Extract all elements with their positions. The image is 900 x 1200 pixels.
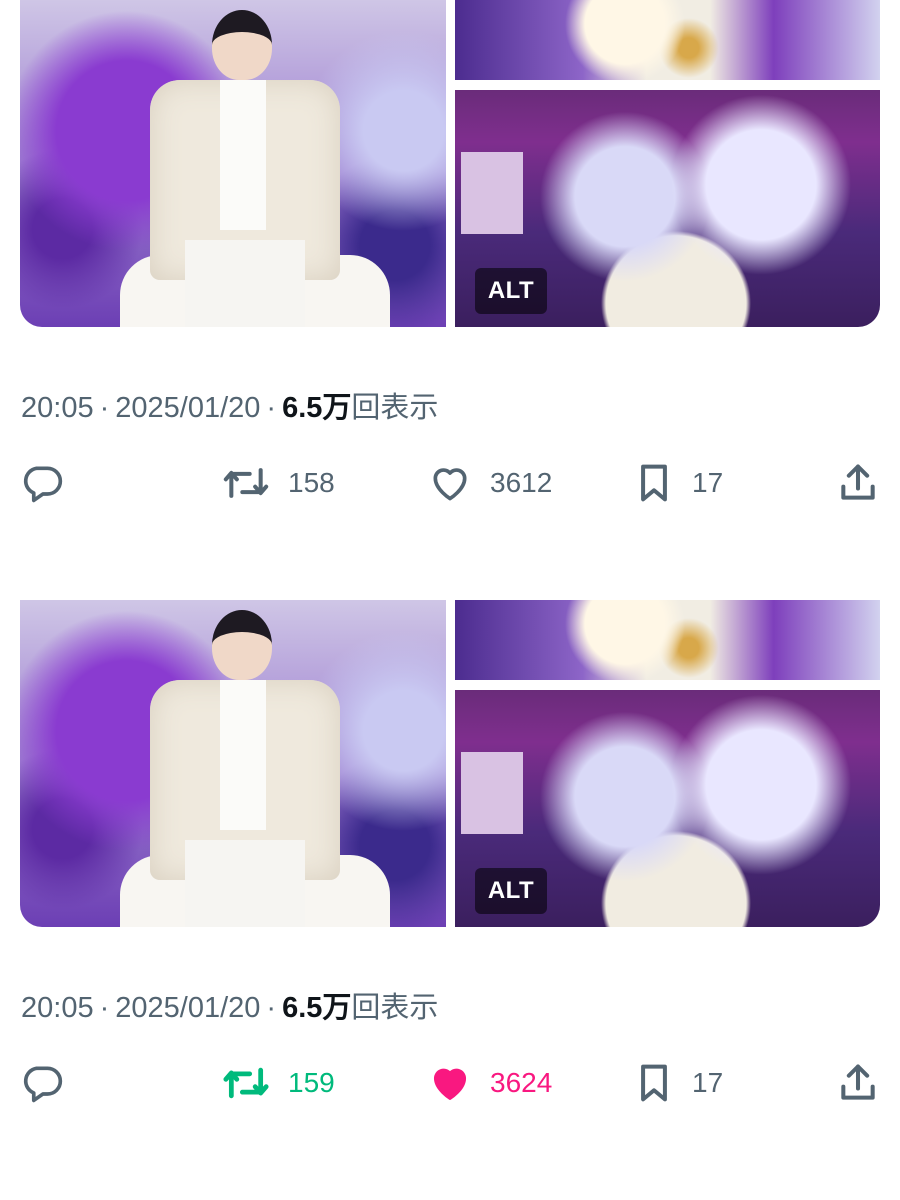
- photo-main[interactable]: [20, 600, 446, 927]
- like-count: 3624: [490, 1067, 553, 1098]
- retweet-icon: [222, 461, 270, 505]
- like-icon: [428, 1061, 472, 1105]
- views-count: 6.5万: [282, 392, 352, 424]
- share-button[interactable]: [836, 1055, 880, 1111]
- tweet-time[interactable]: 20:05: [21, 392, 94, 424]
- alt-badge[interactable]: ALT: [475, 268, 547, 314]
- views-count: 6.5万: [282, 992, 352, 1024]
- like-button[interactable]: 3624: [428, 1055, 552, 1111]
- retweet-count: 159: [288, 1067, 335, 1098]
- bookmark-icon: [634, 461, 674, 505]
- tweet-media: ALT: [20, 600, 880, 927]
- retweet-icon: [222, 1061, 270, 1105]
- tweet-date[interactable]: 2025/01/20: [115, 392, 260, 424]
- photo-bottom-right[interactable]: ALT: [455, 90, 880, 327]
- tweet: ALT 20:05 · 2025/01/20 · 6.5万回表示 159 3624: [0, 600, 900, 1160]
- photo-top-right[interactable]: [455, 0, 880, 80]
- bookmark-count: 17: [692, 467, 724, 498]
- photo-signboard: [461, 752, 523, 834]
- reply-icon: [20, 461, 64, 505]
- like-count: 3612: [490, 467, 553, 498]
- share-icon: [836, 1061, 880, 1105]
- retweet-button[interactable]: 159: [222, 1055, 335, 1111]
- alt-badge[interactable]: ALT: [475, 868, 547, 914]
- bookmark-button[interactable]: 17: [634, 455, 723, 511]
- photo-main[interactable]: [20, 0, 446, 327]
- views-label: 回表示: [351, 992, 439, 1024]
- bookmark-icon: [634, 1061, 674, 1105]
- retweet-button[interactable]: 158: [222, 455, 335, 511]
- action-bar: 159 3624 17: [0, 1055, 900, 1111]
- reply-button[interactable]: [20, 455, 64, 511]
- reply-button[interactable]: [20, 1055, 64, 1111]
- tweet-meta: 20:05 · 2025/01/20 · 6.5万回表示: [21, 992, 439, 1024]
- tweet-media: ALT: [20, 0, 880, 327]
- tweet-meta: 20:05 · 2025/01/20 · 6.5万回表示: [21, 392, 439, 424]
- views-label: 回表示: [351, 392, 439, 424]
- photo-bottom-right[interactable]: ALT: [455, 690, 880, 927]
- photo-person: [140, 10, 350, 327]
- bookmark-button[interactable]: 17: [634, 1055, 723, 1111]
- like-button[interactable]: 3612: [428, 455, 552, 511]
- photo-top-right[interactable]: [455, 600, 880, 680]
- retweet-count: 158: [288, 467, 335, 498]
- photo-person: [140, 610, 350, 927]
- photo-signboard: [461, 152, 523, 234]
- tweet-date[interactable]: 2025/01/20: [115, 992, 260, 1024]
- bookmark-count: 17: [692, 1067, 724, 1098]
- tweet-time[interactable]: 20:05: [21, 992, 94, 1024]
- tweet: ALT 20:05 · 2025/01/20 · 6.5万回表示 158 3612: [0, 0, 900, 560]
- share-icon: [836, 461, 880, 505]
- share-button[interactable]: [836, 455, 880, 511]
- action-bar: 158 3612 17: [0, 455, 900, 511]
- reply-icon: [20, 1061, 64, 1105]
- like-icon: [428, 461, 472, 505]
